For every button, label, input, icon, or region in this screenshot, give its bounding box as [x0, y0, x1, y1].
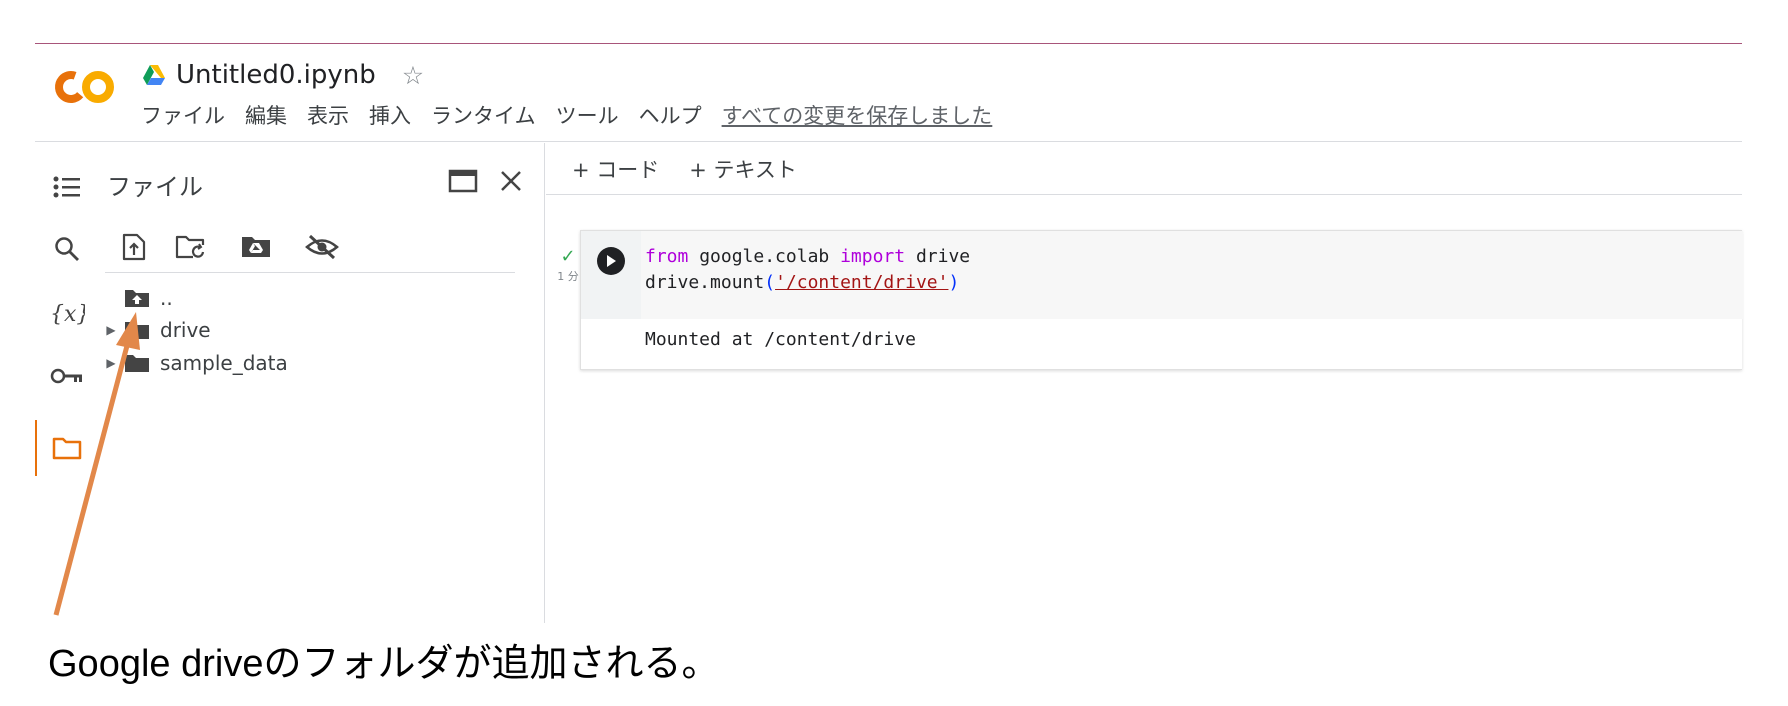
menu-insert[interactable]: 挿入 [369, 100, 411, 130]
expand-caret-icon[interactable]: ▶ [104, 356, 118, 370]
key-icon [50, 368, 82, 384]
secrets-button[interactable] [47, 356, 87, 396]
cell-gutter [581, 231, 641, 319]
cell-output: Mounted at /content/drive [645, 329, 916, 350]
variables-button[interactable]: {x} [47, 293, 87, 333]
toc-icon [53, 176, 80, 198]
mount-drive-button[interactable] [236, 227, 276, 267]
add-code-button[interactable]: + コード [572, 154, 659, 184]
tree-row-drive[interactable]: ▶ drive [95, 315, 211, 345]
notebook-title[interactable]: Untitled0.ipynb [176, 60, 376, 90]
expand-caret-icon[interactable]: ▶ [104, 323, 118, 337]
panel-title: ファイル [107, 173, 203, 201]
title-row: Untitled0.ipynb ☆ [142, 58, 424, 92]
svg-text:{x}: {x} [50, 302, 85, 327]
notebook-header: Untitled0.ipynb ☆ ファイル 編集 表示 挿入 ランタイム ツー… [35, 44, 1742, 142]
check-icon: ✓ [560, 246, 576, 267]
files-toolbar [105, 223, 515, 273]
tree-label-parent: .. [160, 286, 173, 310]
menubar: ファイル 編集 表示 挿入 ランタイム ツール ヘルプ すべての変更を保存しまし… [141, 100, 1012, 130]
upload-button[interactable] [114, 227, 154, 267]
hide-files-button[interactable] [302, 227, 342, 267]
mount-drive-icon [242, 237, 270, 257]
search-button[interactable] [47, 229, 87, 269]
refresh-button[interactable] [171, 227, 211, 267]
parent-folder-icon [125, 290, 149, 307]
folder-icon [52, 437, 82, 460]
folder-icon [125, 322, 149, 339]
execution-status: ✓ 1 分 [554, 248, 582, 284]
files-panel: ファイル .. ▶ drive ▶ sample_data [95, 143, 545, 623]
menu-edit[interactable]: 編集 [245, 100, 287, 130]
notebook-main: + コード + テキスト ✓ 1 分 from google.colab imp… [546, 143, 1743, 623]
new-window-icon [448, 169, 478, 193]
code-line-1: from google.colab import drive [645, 246, 971, 267]
annotation-caption: Google driveのフォルダが追加される。 [48, 643, 720, 685]
execution-time: 1 分 [557, 270, 579, 283]
drive-icon [143, 65, 165, 85]
code-editor[interactable]: from google.colab import drive drive.mou… [641, 231, 1743, 319]
play-icon [607, 255, 616, 267]
menu-tools[interactable]: ツール [556, 100, 619, 130]
variables-icon: {x} [50, 302, 85, 327]
tree-row-sample-data[interactable]: ▶ sample_data [95, 348, 288, 378]
close-panel-button[interactable] [493, 163, 529, 199]
tree-label-drive: drive [160, 318, 211, 342]
menu-view[interactable]: 表示 [307, 100, 349, 130]
toc-button[interactable] [47, 167, 87, 207]
active-indicator [35, 420, 37, 476]
save-status[interactable]: すべての変更を保存しました [722, 100, 993, 130]
code-cell[interactable]: from google.colab import drive drive.mou… [580, 230, 1743, 370]
add-text-button[interactable]: + テキスト [689, 154, 797, 184]
colab-logo[interactable] [53, 70, 117, 104]
tree-label-sample-data: sample_data [160, 351, 288, 375]
search-icon [55, 237, 79, 261]
folder-icon [125, 355, 149, 372]
code-line-2: drive.mount('/content/drive') [645, 272, 960, 293]
menu-help[interactable]: ヘルプ [639, 100, 702, 130]
upload-file-icon [122, 233, 146, 261]
refresh-folder-icon [175, 235, 205, 259]
star-icon[interactable]: ☆ [402, 63, 424, 88]
tree-row-parent[interactable]: .. [95, 283, 173, 313]
files-button[interactable] [47, 428, 87, 468]
left-rail: {x} [35, 143, 95, 623]
menu-file[interactable]: ファイル [141, 100, 225, 130]
new-window-button[interactable] [445, 163, 481, 199]
add-cell-bar: + コード + テキスト [546, 143, 1742, 195]
hide-icon [305, 234, 339, 260]
close-icon [501, 171, 521, 191]
menu-runtime[interactable]: ランタイム [431, 100, 536, 130]
run-cell-button[interactable] [597, 247, 625, 275]
